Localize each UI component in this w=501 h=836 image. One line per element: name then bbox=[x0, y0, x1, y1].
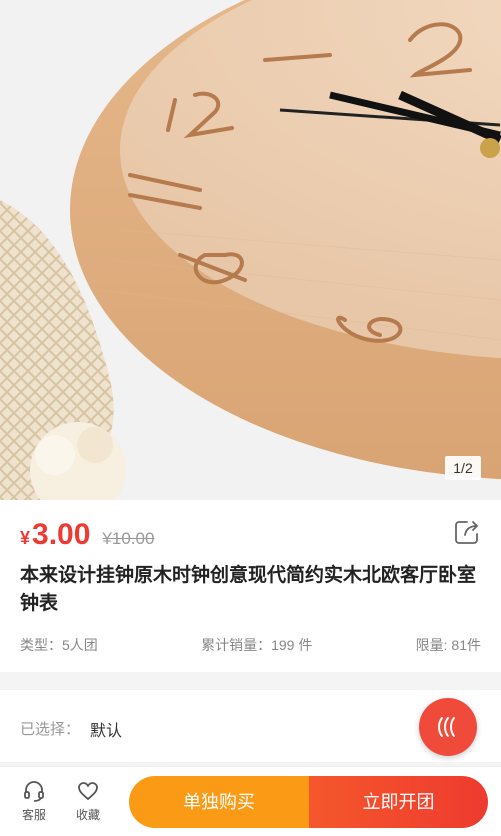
customer-service-label: 客服 bbox=[21, 808, 46, 822]
product-title: 本来设计挂钟原木时钟创意现代简约实木北欧客厅卧室钟表 bbox=[20, 565, 477, 614]
headset-icon bbox=[24, 781, 44, 802]
stock-limit: 限量: 81件 bbox=[415, 637, 481, 653]
product-page: 1/2 ¥ 3.00 ¥10.00 本来设计挂钟原木时钟创意现代简约实木北欧客厅… bbox=[0, 0, 501, 836]
original-price: ¥10.00 bbox=[102, 529, 155, 548]
currency-symbol: ¥ bbox=[20, 528, 31, 548]
sales-count: 累计销量：199 件 bbox=[201, 637, 313, 653]
group-price: 3.00 bbox=[32, 518, 91, 551]
customer-service-button[interactable]: 客服 bbox=[14, 779, 54, 823]
floating-menu-button[interactable] bbox=[419, 698, 477, 756]
start-group-button[interactable]: 立即开团 bbox=[309, 776, 488, 828]
buy-alone-button[interactable]: 单独购买 bbox=[129, 776, 309, 828]
product-photo bbox=[0, 0, 501, 500]
share-button[interactable] bbox=[453, 518, 481, 546]
product-meta: 类型：5人团 累计销量：199 件 限量: 81件 bbox=[20, 635, 481, 655]
purchase-buttons: 单独购买 立即开团 bbox=[129, 776, 488, 828]
waves-icon bbox=[438, 717, 455, 737]
product-image-carousel[interactable]: 1/2 bbox=[0, 0, 501, 500]
group-type: 类型：5人团 bbox=[20, 637, 98, 653]
selection-label: 已选择： bbox=[20, 721, 81, 738]
favorite-button[interactable]: 收藏 bbox=[68, 779, 108, 823]
image-pager-indicator: 1/2 bbox=[445, 456, 481, 480]
price-row: ¥ 3.00 ¥10.00 bbox=[20, 518, 154, 552]
selection-value: 默认 bbox=[90, 723, 123, 740]
heart-icon bbox=[78, 782, 98, 801]
share-icon bbox=[455, 521, 478, 544]
bottom-action-bar: 客服 收藏 单独购买 立即开团 bbox=[0, 766, 501, 836]
favorite-label: 收藏 bbox=[75, 808, 100, 822]
product-info-card: ¥ 3.00 ¥10.00 本来设计挂钟原木时钟创意现代简约实木北欧客厅卧室钟表… bbox=[0, 500, 501, 672]
